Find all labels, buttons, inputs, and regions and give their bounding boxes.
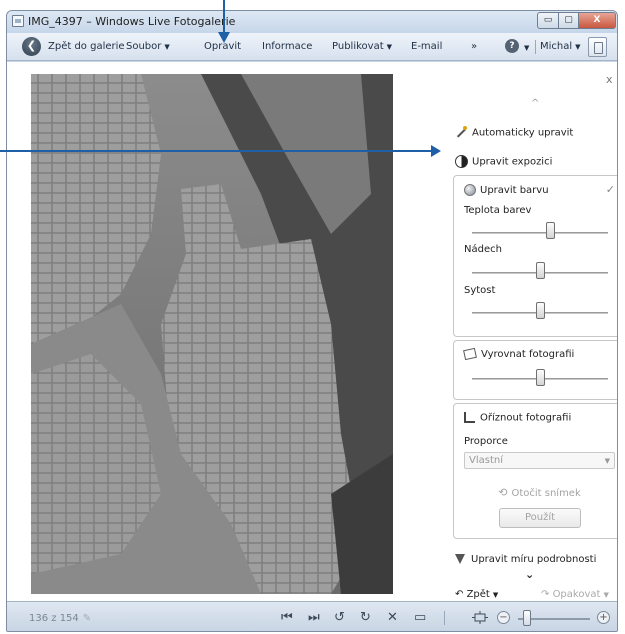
adjust-exposure-label: Upravit expozici bbox=[472, 156, 553, 168]
editor-area: x ^ Automaticky upravit Upravit expozici… bbox=[7, 62, 617, 601]
slideshow-icon[interactable]: ▭ bbox=[414, 610, 426, 625]
crop-section: Oříznout fotografii Proporce Vlastní ▼ ⟲… bbox=[453, 403, 617, 539]
menu-bar: ❮ Zpět do galerie Soubor ▼ Opravit Inform… bbox=[7, 33, 617, 61]
menu-divider bbox=[535, 40, 536, 54]
zoom-in-icon[interactable]: + bbox=[597, 611, 610, 624]
title-bar: IMG_4397 – Windows Live Fotogalerie ▭ ▢ … bbox=[7, 11, 617, 33]
menu-email[interactable]: E-mail bbox=[411, 41, 442, 52]
back-arrow-icon[interactable]: ❮ bbox=[22, 37, 41, 56]
help-icon[interactable]: ? bbox=[505, 39, 519, 53]
straighten-section: Vyrovnat fotografii bbox=[453, 340, 617, 400]
detail-icon bbox=[455, 554, 465, 564]
close-window-button[interactable]: X bbox=[578, 12, 616, 29]
menu-publish[interactable]: Publikovat ▼ bbox=[332, 41, 392, 52]
auto-fix-button[interactable]: Automaticky upravit bbox=[455, 126, 573, 139]
tint-label: Nádech bbox=[464, 244, 502, 255]
status-bar: 136 z 154 ✎ ⏮ ⏭ ↺ ↻ ✕ ▭ − + bbox=[7, 601, 617, 631]
chevron-down-icon: ▼ bbox=[604, 457, 610, 465]
check-icon: ✓ bbox=[605, 183, 615, 196]
rotate-frame-button[interactable]: ⟲ Otočit snímek bbox=[454, 486, 617, 499]
show-more-icon[interactable]: ⌄ bbox=[525, 568, 534, 581]
straighten-thumb[interactable] bbox=[536, 369, 545, 386]
pencil-icon: ✎ bbox=[82, 613, 92, 624]
app-window: IMG_4397 – Windows Live Fotogalerie ▭ ▢ … bbox=[6, 10, 618, 632]
zoom-thumb[interactable] bbox=[522, 610, 531, 626]
undo-label: Zpět bbox=[466, 589, 490, 600]
adjust-detail-label: Upravit míru podrobnosti bbox=[471, 554, 597, 565]
actual-size-icon[interactable] bbox=[472, 611, 488, 624]
user-name: Michal bbox=[540, 41, 573, 52]
undo-button[interactable]: ↶ Zpět ▼ bbox=[455, 589, 498, 600]
callout-line bbox=[0, 150, 433, 152]
delete-icon[interactable]: ✕ bbox=[387, 610, 398, 625]
minimize-button[interactable]: ▭ bbox=[537, 12, 559, 29]
adjust-exposure-button[interactable]: Upravit expozici bbox=[455, 155, 552, 168]
adjust-color-section: Upravit barvu ✓ Teplota barev Nádech Syt… bbox=[453, 175, 617, 337]
saturation-thumb[interactable] bbox=[536, 302, 545, 319]
callout-arrow-icon bbox=[218, 32, 230, 43]
adjust-color-header[interactable]: Upravit barvu bbox=[464, 184, 549, 196]
chevron-down-icon: ▼ bbox=[386, 43, 393, 51]
saturation-label: Sytost bbox=[464, 285, 496, 296]
color-temperature-thumb[interactable] bbox=[545, 222, 555, 239]
back-to-gallery-link[interactable]: Zpět do galerie bbox=[48, 41, 125, 52]
photo-preview bbox=[31, 74, 393, 594]
chevron-down-icon: ▼ bbox=[603, 591, 609, 599]
straighten-icon bbox=[463, 347, 477, 361]
color-temperature-track[interactable] bbox=[472, 232, 608, 234]
rotate-left-icon[interactable]: ↺ bbox=[334, 610, 345, 625]
color-temperature-label: Teplota barev bbox=[464, 205, 532, 216]
chevron-down-icon: ▼ bbox=[575, 43, 581, 51]
photo-image bbox=[31, 74, 393, 594]
straighten-header[interactable]: Vyrovnat fotografii bbox=[463, 347, 575, 361]
undo-icon: ↶ bbox=[455, 589, 467, 600]
crop-label: Oříznout fotografii bbox=[480, 412, 572, 424]
app-icon bbox=[12, 15, 24, 27]
window-title: IMG_4397 – Windows Live Fotogalerie bbox=[28, 15, 236, 28]
photo-position: 136 z 154 ✎ bbox=[29, 613, 91, 624]
crop-icon bbox=[464, 412, 475, 423]
redo-label: Opakovat bbox=[552, 589, 601, 600]
tint-thumb[interactable] bbox=[536, 262, 545, 279]
magic-wand-icon bbox=[455, 126, 468, 139]
menu-overflow-icon[interactable]: » bbox=[471, 41, 477, 52]
previous-icon[interactable]: ⏮ bbox=[281, 610, 293, 625]
redo-icon: ↷ bbox=[541, 589, 553, 600]
proportion-label: Proporce bbox=[464, 436, 508, 447]
status-divider bbox=[444, 611, 445, 625]
chevron-down-icon: ▼ bbox=[492, 591, 499, 599]
chevron-down-icon: ▼ bbox=[164, 43, 170, 51]
menu-publish-label: Publikovat bbox=[332, 41, 384, 52]
menu-file-label: Soubor bbox=[126, 41, 162, 52]
exposure-icon bbox=[455, 155, 468, 168]
crop-header[interactable]: Oříznout fotografii bbox=[464, 412, 571, 424]
redo-button[interactable]: ↷ Opakovat ▼ bbox=[541, 589, 609, 600]
zoom-out-icon[interactable]: − bbox=[497, 611, 510, 624]
callout-arrow-icon bbox=[431, 145, 441, 157]
rotate-right-icon[interactable]: ↻ bbox=[360, 610, 371, 625]
adjust-color-label: Upravit barvu bbox=[480, 185, 549, 196]
auto-fix-label: Automaticky upravit bbox=[472, 127, 574, 139]
device-icon[interactable] bbox=[588, 37, 607, 57]
menu-file[interactable]: Soubor ▼ bbox=[126, 41, 170, 52]
maximize-button[interactable]: ▢ bbox=[558, 12, 579, 29]
apply-button[interactable]: Použít bbox=[499, 508, 581, 528]
proportion-value: Vlastní bbox=[469, 455, 503, 466]
scroll-up-icon[interactable]: ^ bbox=[531, 98, 539, 109]
adjust-detail-button[interactable]: Upravit míru podrobnosti bbox=[455, 554, 596, 565]
menu-info[interactable]: Informace bbox=[262, 41, 312, 52]
help-dropdown-icon[interactable]: ▼ bbox=[521, 42, 529, 53]
rotate-icon: ⟲ bbox=[498, 486, 508, 499]
user-menu[interactable]: Michal ▼ bbox=[540, 41, 581, 52]
callout-line bbox=[223, 0, 225, 34]
proportion-select[interactable]: Vlastní ▼ bbox=[464, 452, 615, 469]
straighten-label: Vyrovnat fotografii bbox=[481, 349, 575, 360]
rotate-frame-label: Otočit snímek bbox=[511, 488, 581, 499]
photo-position-text: 136 z 154 bbox=[29, 613, 79, 624]
fix-panel: ^ Automaticky upravit Upravit expozici U… bbox=[439, 82, 617, 602]
color-icon bbox=[464, 184, 476, 196]
next-icon[interactable]: ⏭ bbox=[308, 610, 320, 625]
